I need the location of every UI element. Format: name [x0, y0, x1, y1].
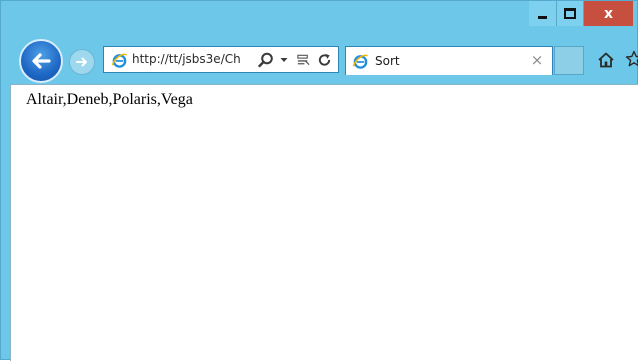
address-bar[interactable]: http://tt/jsbs3e/Ch	[103, 46, 339, 73]
forward-button[interactable]	[69, 49, 95, 75]
compatibility-view-icon[interactable]	[296, 52, 311, 68]
tab-sort[interactable]: Sort ×	[345, 46, 553, 75]
forward-arrow-icon	[76, 57, 87, 67]
browser-window: x http://tt/jsbs3e/Ch Sort × Altair,Dene…	[0, 0, 638, 361]
back-arrow-icon	[32, 53, 51, 69]
chevron-down-icon[interactable]	[280, 56, 288, 64]
search-icon[interactable]	[257, 51, 275, 69]
minimize-button[interactable]	[529, 1, 557, 26]
window-controls: x	[529, 1, 633, 27]
page-content: Altair,Deneb,Polaris,Vega	[10, 84, 638, 361]
minimize-icon	[538, 15, 547, 19]
back-button[interactable]	[19, 39, 63, 83]
star-icon[interactable]	[625, 50, 638, 68]
tab-close-icon[interactable]: ×	[530, 53, 544, 68]
internet-explorer-icon	[352, 54, 368, 69]
internet-explorer-icon	[111, 53, 127, 68]
maximize-icon	[564, 8, 576, 19]
url-text[interactable]: http://tt/jsbs3e/Ch	[132, 52, 254, 66]
maximize-button[interactable]	[557, 1, 584, 26]
close-icon: x	[603, 5, 614, 22]
close-button[interactable]: x	[584, 1, 633, 26]
refresh-icon[interactable]	[317, 52, 332, 68]
home-icon[interactable]	[597, 51, 615, 69]
sorted-output-text: Altair,Deneb,Polaris,Vega	[26, 91, 193, 108]
tab-title: Sort	[375, 54, 400, 68]
new-tab-button[interactable]	[554, 46, 584, 75]
